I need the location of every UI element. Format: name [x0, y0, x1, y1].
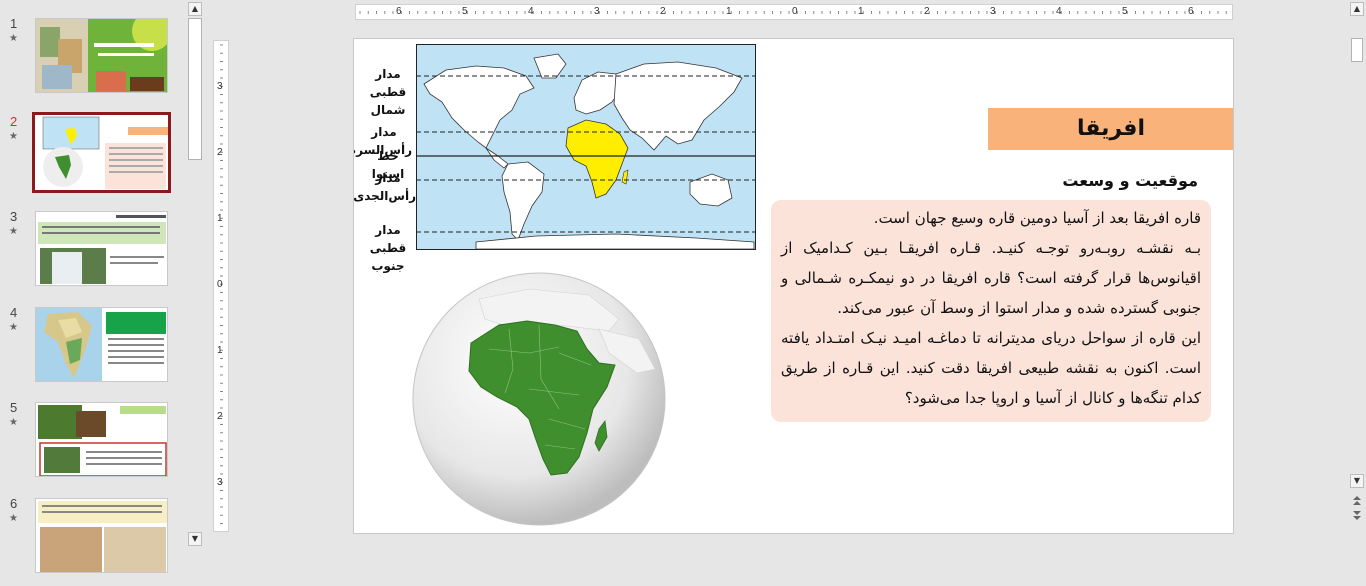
paragraph-1: قاره افریقا بعد از آسیا دومین قاره وسیع …	[873, 209, 1201, 227]
animation-star-icon: ★	[9, 131, 18, 142]
scroll-up-button[interactable]: ▲	[1350, 2, 1364, 16]
ruler-number: 1	[217, 213, 223, 224]
scroll-up-button[interactable]: ▲	[188, 2, 202, 16]
ruler-number: 3	[217, 81, 223, 92]
slide-number: 4	[10, 305, 18, 320]
ruler-number: 5	[462, 6, 468, 17]
ruler-number: 1	[217, 345, 223, 356]
slide-thumbnail-5[interactable]	[35, 402, 168, 477]
slide-thumbnail-pane: 1 ★ 2 ★ 3 ★ 4 ★ 5 ★ 6 ★	[0, 0, 204, 573]
horizontal-ruler[interactable]: 6 5 4 3 2 1 0 1 2 3 4 5 6	[355, 4, 1233, 20]
next-slide-icon[interactable]	[1351, 510, 1363, 522]
ruler-number: 2	[660, 6, 666, 17]
ruler-number: 2	[217, 147, 223, 158]
animation-star-icon: ★	[9, 33, 18, 44]
ruler-number: 6	[1188, 6, 1194, 17]
scroll-down-button[interactable]: ▼	[188, 532, 202, 546]
slide-number: 5	[10, 400, 18, 415]
slide-thumbnail-6[interactable]	[35, 498, 168, 573]
ruler-number: 1	[858, 6, 864, 17]
thumbnail-preview	[38, 405, 167, 476]
slide-number: 3	[10, 209, 18, 224]
paragraph-2: بـه نقشـه روبـه‌رو توجـه کنیـد. قـاره اف…	[781, 239, 1201, 317]
antarctic-circle-label: مدار قطبی جنوب	[369, 223, 407, 273]
ruler-number: 2	[217, 411, 223, 422]
previous-slide-icon[interactable]	[1351, 494, 1363, 506]
thumbnail-preview	[36, 19, 167, 92]
paragraph-3: این قاره از سواحل دریای مدیترانه تا دماغ…	[781, 329, 1201, 407]
thumbnail-row-5[interactable]: 5 ★	[0, 400, 185, 490]
animation-star-icon: ★	[9, 226, 18, 237]
double-chevron-down-icon	[1353, 511, 1361, 520]
ruler-number: 4	[1056, 6, 1062, 17]
main-scrollbar[interactable]: ▲ ▼	[1348, 0, 1366, 548]
thumbnail-row-1[interactable]: 1 ★	[0, 16, 185, 106]
ruler-number: 1	[726, 6, 732, 17]
thumbnail-row-4[interactable]: 4 ★	[0, 305, 185, 395]
thumbnail-preview	[36, 308, 166, 381]
tropic-of-capricorn-label: مدار رأس‌الجدی	[353, 171, 416, 203]
scroll-thumb[interactable]	[1351, 38, 1363, 62]
slide-thumbnail-3[interactable]	[35, 211, 168, 286]
ruler-number: 3	[217, 477, 223, 488]
thumbnail-preview	[42, 116, 168, 189]
thumbnail-scrollbar[interactable]: ▲ ▼	[186, 0, 204, 548]
scroll-thumb[interactable]	[188, 18, 202, 160]
thumbnail-row-3[interactable]: 3 ★	[0, 209, 185, 299]
vertical-ruler[interactable]: 3 2 1 0 1 2 3	[213, 40, 229, 532]
slide-number: 1	[10, 16, 18, 31]
slide-number: 2	[10, 114, 18, 129]
ruler-number: 3	[594, 6, 600, 17]
ruler-number: 6	[396, 6, 402, 17]
slide-thumbnail-1[interactable]	[35, 18, 168, 93]
animation-star-icon: ★	[9, 322, 18, 333]
slide-number: 6	[10, 496, 18, 511]
slide-thumbnail-4[interactable]	[35, 307, 168, 382]
thumbnail-row-6[interactable]: 6 ★	[0, 496, 185, 586]
slide-thumbnail-2[interactable]	[32, 112, 171, 193]
thumbnail-preview	[38, 215, 166, 284]
double-chevron-up-icon	[1353, 496, 1361, 505]
ruler-number: 0	[792, 6, 798, 17]
ruler-number: 4	[528, 6, 534, 17]
ruler-number: 5	[1122, 6, 1128, 17]
slide-subtitle[interactable]: موقعیت و وسعت	[1014, 171, 1198, 190]
ruler-number: 2	[924, 6, 930, 17]
scroll-down-button[interactable]: ▼	[1350, 474, 1364, 488]
world-map-image[interactable]	[416, 44, 756, 250]
animation-star-icon: ★	[9, 513, 18, 524]
thumbnail-preview	[38, 501, 167, 572]
africa-globe-image[interactable]	[409, 269, 669, 529]
ruler-number: 3	[990, 6, 996, 17]
thumbnail-row-2[interactable]: 2 ★	[0, 112, 185, 204]
body-text-box[interactable]: قاره افریقا بعد از آسیا دومین قاره وسیع …	[771, 200, 1211, 422]
ruler-number: 0	[217, 279, 223, 290]
animation-star-icon: ★	[9, 417, 18, 428]
slide-title[interactable]: افریقا	[988, 108, 1233, 150]
slide-canvas[interactable]: مدار قطبی شمال مدار رأس‌السرطان خط استوا…	[353, 38, 1234, 534]
arctic-circle-label: مدار قطبی شمال	[369, 67, 407, 117]
